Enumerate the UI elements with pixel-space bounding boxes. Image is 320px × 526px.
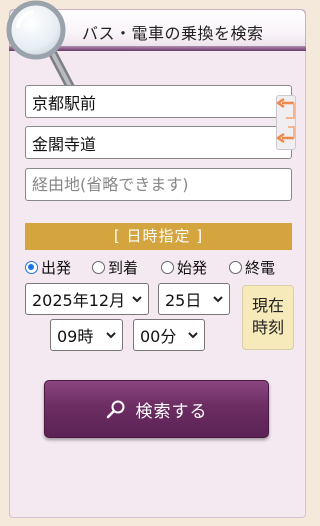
radio-first-train[interactable]: 始発: [161, 257, 207, 278]
datetime-section-header: [ 日時指定 ]: [25, 223, 292, 250]
radio-label: 到着: [108, 259, 139, 277]
hour-select[interactable]: 09時: [50, 319, 123, 351]
radio-button[interactable]: [229, 261, 242, 274]
radio-label: 出発: [41, 259, 72, 277]
minute-select[interactable]: 00分: [133, 319, 205, 351]
radio-label: 始発: [177, 259, 208, 277]
via-station-input[interactable]: [25, 168, 292, 201]
current-time-label-line1: 現在: [251, 296, 284, 315]
day-select[interactable]: 25日: [158, 283, 230, 315]
current-time-button[interactable]: 現在 時刻: [242, 285, 294, 350]
radio-button[interactable]: [92, 261, 105, 274]
from-station-input[interactable]: [25, 85, 292, 118]
swap-arrow-icon[interactable]: [274, 98, 296, 122]
to-station-input[interactable]: [25, 126, 292, 159]
radio-last-train[interactable]: 終電: [229, 257, 275, 278]
chevron-down-icon: [132, 296, 142, 303]
search-icon: [106, 400, 124, 419]
radio-arrival[interactable]: 到着: [92, 257, 138, 278]
radio-departure[interactable]: 出発: [25, 257, 71, 278]
chevron-down-icon: [188, 332, 198, 339]
radio-label: 終電: [245, 259, 276, 277]
select-value: 2025年12月: [32, 291, 126, 310]
radio-button[interactable]: [161, 261, 174, 274]
swap-arrow-icon[interactable]: [274, 124, 296, 148]
search-button[interactable]: 検索する: [44, 380, 269, 438]
radio-button-selected[interactable]: [25, 261, 38, 274]
current-time-label-line2: 時刻: [251, 318, 284, 337]
page-title: バス・電車の乗換を検索: [82, 24, 264, 43]
search-button-label: 検索する: [135, 401, 208, 422]
select-value: 25日: [165, 291, 202, 310]
select-value: 09時: [57, 327, 94, 346]
chevron-down-icon: [213, 296, 223, 303]
select-value: 00分: [140, 327, 177, 346]
year-month-select[interactable]: 2025年12月: [25, 283, 149, 315]
chevron-down-icon: [106, 332, 116, 339]
